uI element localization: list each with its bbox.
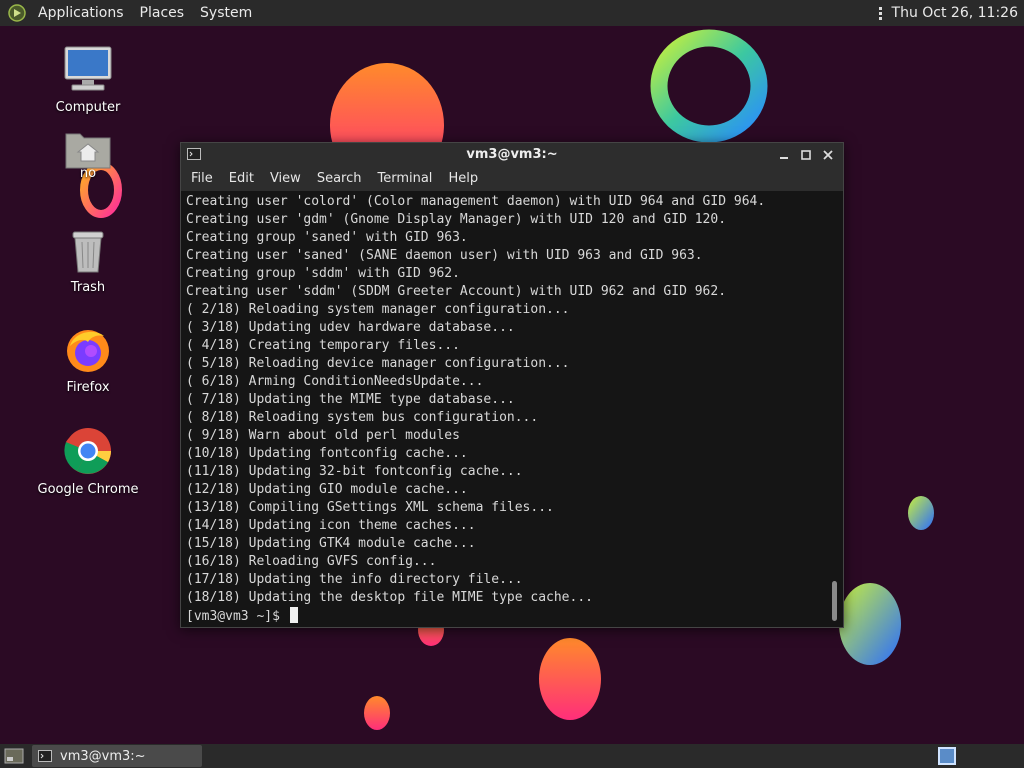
menu-help[interactable]: Help	[442, 167, 484, 191]
terminal-line: (18/18) Updating the desktop file MIME t…	[186, 590, 593, 605]
top-panel: Applications Places System Thu Oct 26, 1…	[0, 0, 1024, 26]
terminal-line: (10/18) Updating fontconfig cache...	[186, 446, 468, 461]
prompt-text: [vm3@vm3 ~]$	[186, 609, 288, 624]
menu-file[interactable]: File	[185, 167, 219, 191]
terminal-line: Creating group 'saned' with GID 963.	[186, 230, 468, 245]
scrollbar-thumb[interactable]	[832, 581, 837, 621]
terminal-line: ( 9/18) Warn about old perl modules	[186, 428, 460, 443]
terminal-line: ( 6/18) Arming ConditionNeedsUpdate...	[186, 374, 484, 389]
places-menu[interactable]: Places	[132, 0, 193, 26]
terminal-line: Creating user 'sddm' (SDDM Greeter Accou…	[186, 284, 727, 299]
terminal-line: Creating user 'colord' (Color management…	[186, 194, 766, 209]
terminal-line: ( 4/18) Creating temporary files...	[186, 338, 460, 353]
terminal-line: (16/18) Reloading GVFS config...	[186, 554, 437, 569]
desktop-icon-chrome[interactable]: Google Chrome	[33, 426, 143, 497]
panel-handle-icon	[878, 7, 882, 20]
terminal-output[interactable]: Creating user 'colord' (Color management…	[181, 191, 843, 627]
menu-view[interactable]: View	[264, 167, 307, 191]
system-menu[interactable]: System	[192, 0, 260, 26]
desktop-icon-trash[interactable]: Trash	[33, 228, 143, 295]
applications-menu[interactable]: Applications	[30, 0, 132, 26]
distro-logo-icon[interactable]	[8, 4, 26, 22]
chrome-icon	[64, 428, 111, 474]
text-cursor	[289, 607, 298, 623]
terminal-line: ( 2/18) Reloading system manager configu…	[186, 302, 570, 317]
desktop-icon-label: Computer	[55, 100, 121, 115]
maximize-button[interactable]	[795, 145, 817, 165]
desktop-icon-label: Firefox	[66, 380, 110, 395]
close-icon	[823, 150, 833, 160]
desktop-icon-label: Google Chrome	[37, 482, 139, 497]
window-controls	[773, 143, 839, 167]
terminal-line: (12/18) Updating GIO module cache...	[186, 482, 468, 497]
terminal-line: ( 3/18) Updating udev hardware database.…	[186, 320, 515, 335]
terminal-window[interactable]: vm3@vm3:~ File Edit View Search Terminal…	[180, 142, 844, 628]
desktop-icon-label: Trash	[70, 280, 106, 295]
firefox-icon	[67, 330, 109, 372]
window-title: vm3@vm3:~	[466, 147, 558, 162]
workspace-switcher[interactable]	[938, 747, 956, 765]
terminal-line: (11/18) Updating 32-bit fontconfig cache…	[186, 464, 523, 479]
menu-terminal[interactable]: Terminal	[371, 167, 438, 191]
desktop-icon-computer[interactable]: Computer	[33, 44, 143, 115]
computer-icon	[64, 46, 112, 91]
taskbar-button-terminal[interactable]: vm3@vm3:~	[32, 745, 202, 767]
minimize-button[interactable]	[773, 145, 795, 165]
terminal-line: Creating user 'saned' (SANE daemon user)…	[186, 248, 703, 263]
close-button[interactable]	[817, 145, 839, 165]
terminal-line: (14/18) Updating icon theme caches...	[186, 518, 476, 533]
menu-edit[interactable]: Edit	[223, 167, 260, 191]
show-desktop-icon[interactable]	[4, 748, 24, 764]
terminal-line: Creating group 'sddm' with GID 962.	[186, 266, 460, 281]
menu-search[interactable]: Search	[311, 167, 368, 191]
desktop-icon-firefox[interactable]: Firefox	[33, 326, 143, 395]
terminal-line: ( 7/18) Updating the MIME type database.…	[186, 392, 515, 407]
terminal-line: (17/18) Updating the info directory file…	[186, 572, 523, 587]
terminal-line: ( 5/18) Reloading device manager configu…	[186, 356, 570, 371]
terminal-text: Creating user 'colord' (Color management…	[181, 191, 843, 626]
clock[interactable]: Thu Oct 26, 11:26	[878, 0, 1018, 26]
terminal-line: Creating user 'gdm' (Gnome Display Manag…	[186, 212, 727, 227]
bottom-panel: vm3@vm3:~	[0, 744, 1024, 768]
terminal-line: (15/18) Updating GTK4 module cache...	[186, 536, 476, 551]
terminal-menubar: File Edit View Search Terminal Help	[181, 167, 843, 191]
terminal-prompt: [vm3@vm3 ~]$	[186, 607, 843, 626]
minimize-icon	[780, 157, 788, 159]
clock-text: Thu Oct 26, 11:26	[891, 5, 1018, 21]
maximize-icon	[801, 150, 811, 160]
desktop-icon-home[interactable]: no	[33, 128, 143, 181]
home-folder-icon	[65, 133, 111, 169]
terminal-line: ( 8/18) Reloading system bus configurati…	[186, 410, 539, 425]
taskbar-label: vm3@vm3:~	[60, 748, 146, 764]
terminal-icon	[38, 750, 52, 762]
trash-icon	[72, 231, 104, 273]
top-menu: Applications Places System	[0, 0, 260, 26]
window-titlebar[interactable]: vm3@vm3:~	[181, 143, 843, 167]
desktop-icon-label: no	[79, 166, 97, 181]
terminal-line: (13/18) Compiling GSettings XML schema f…	[186, 500, 554, 515]
